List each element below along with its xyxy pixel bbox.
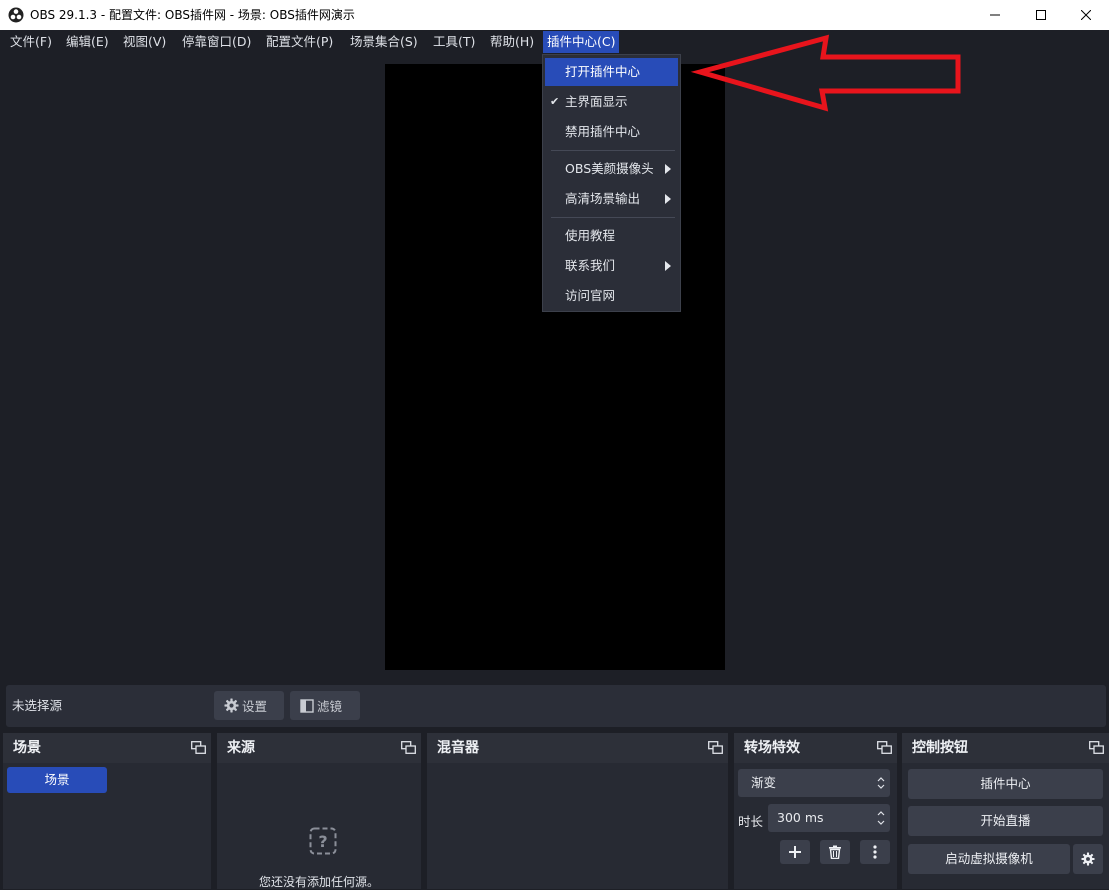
audio-mixer-dock: 混音器 (427, 733, 728, 889)
scene-transitions-dock: 转场特效 渐变 时长 300 ms (734, 733, 897, 889)
remove-transition-button[interactable] (820, 840, 850, 864)
sources-dock-title: 来源 (227, 740, 255, 756)
plus-icon (789, 846, 801, 858)
checkmark-icon: ✔ (550, 95, 560, 108)
menu-tools[interactable]: 工具(T) (429, 31, 479, 53)
gear-icon (224, 698, 239, 713)
mixer-dock-header: 混音器 (427, 733, 728, 763)
start-virtual-camera-button[interactable]: 启动虚拟摄像机 (908, 844, 1070, 874)
no-source-selected-label: 未选择源 (12, 698, 63, 713)
transition-type-value: 渐变 (751, 775, 777, 790)
undock-icon[interactable] (191, 741, 206, 754)
annotation-arrow-icon (690, 34, 961, 112)
dropdown-item-disable-plugin-center[interactable]: 禁用插件中心 (545, 118, 678, 146)
submenu-arrow-icon (665, 194, 671, 204)
chevron-updown-icon (877, 777, 885, 789)
maximize-icon (1036, 10, 1046, 20)
more-vertical-icon (873, 845, 877, 859)
menu-scene-collection[interactable]: 场景集合(S) (346, 31, 422, 53)
submenu-arrow-icon (665, 261, 671, 271)
dropdown-item-show-main-ui[interactable]: ✔ 主界面显示 (545, 88, 678, 116)
sources-dock-header: 来源 (217, 733, 421, 763)
close-button[interactable] (1063, 0, 1109, 30)
scenes-dock-header: 场景 (3, 733, 211, 763)
scene-list-item[interactable]: 场景 (7, 767, 107, 793)
window-title: OBS 29.1.3 - 配置文件: OBS插件网 - 场景: OBS插件网演示 (30, 8, 355, 22)
controls-dock: 控制按钮 插件中心 开始直播 启动虚拟摄像机 (902, 733, 1109, 889)
controls-dock-title: 控制按钮 (912, 740, 968, 756)
dropdown-item-open-plugin-center[interactable]: 打开插件中心 (545, 58, 678, 86)
dropdown-item-contact-us[interactable]: 联系我们 (545, 252, 678, 280)
trash-icon (829, 845, 841, 859)
menu-profile[interactable]: 配置文件(P) (262, 31, 337, 53)
controls-dock-header: 控制按钮 (902, 733, 1109, 763)
menu-docks[interactable]: 停靠窗口(D) (178, 31, 255, 53)
title-bar: OBS 29.1.3 - 配置文件: OBS插件网 - 场景: OBS插件网演示 (0, 0, 1109, 30)
question-icon: ? (309, 827, 337, 855)
duration-label: 时长 (738, 814, 764, 829)
duration-spinbox[interactable]: 300 ms (768, 804, 890, 832)
maximize-button[interactable] (1018, 0, 1064, 30)
undock-icon[interactable] (1089, 741, 1104, 754)
sources-empty-text: 您还没有添加任何源。 (258, 875, 379, 889)
close-icon (1081, 10, 1091, 20)
dropdown-separator (551, 217, 675, 218)
virtual-camera-settings-button[interactable] (1073, 844, 1103, 874)
svg-text:?: ? (318, 832, 327, 851)
menu-view[interactable]: 视图(V) (119, 31, 170, 53)
filter-icon (300, 698, 314, 713)
plugin-center-button[interactable]: 插件中心 (908, 769, 1103, 799)
transitions-dock-title: 转场特效 (744, 740, 800, 756)
gear-icon (1081, 852, 1095, 866)
undock-icon[interactable] (708, 741, 723, 754)
dropdown-item-visit-website[interactable]: 访问官网 (545, 282, 678, 310)
dropdown-separator (551, 150, 675, 151)
menu-file[interactable]: 文件(F) (6, 31, 56, 53)
scenes-dock: 场景 场景 (3, 733, 211, 889)
transition-type-select[interactable]: 渐变 (738, 769, 890, 797)
transitions-dock-header: 转场特效 (734, 733, 897, 763)
source-settings-button[interactable]: 设置 (214, 691, 284, 720)
menu-plugin-center[interactable]: 插件中心(C) (543, 31, 620, 53)
chevron-updown-icon (877, 811, 885, 825)
undock-icon[interactable] (877, 741, 892, 754)
menu-edit[interactable]: 编辑(E) (62, 31, 113, 53)
plugin-center-dropdown: 打开插件中心 ✔ 主界面显示 禁用插件中心 OBS美颜摄像头 高清场景输出 使用… (542, 54, 681, 312)
source-filters-button[interactable]: 滤镜 (290, 691, 360, 720)
undock-icon[interactable] (401, 741, 416, 754)
source-filters-label: 滤镜 (317, 699, 343, 714)
dropdown-item-tutorial[interactable]: 使用教程 (545, 222, 678, 250)
obs-logo-icon (8, 7, 24, 23)
transition-properties-button[interactable] (860, 840, 890, 864)
dropdown-item-beauty-camera[interactable]: OBS美颜摄像头 (545, 155, 678, 183)
menu-help[interactable]: 帮助(H) (486, 31, 538, 53)
sources-dock: 来源 ? 您还没有添加任何源。 (217, 733, 421, 889)
start-streaming-button[interactable]: 开始直播 (908, 806, 1103, 836)
scenes-dock-title: 场景 (13, 740, 41, 756)
duration-value: 300 ms (777, 810, 824, 825)
minimize-button[interactable] (972, 0, 1018, 30)
source-toolbar: 未选择源 设置 滤镜 (6, 685, 1106, 727)
source-settings-label: 设置 (242, 699, 268, 714)
submenu-arrow-icon (665, 164, 671, 174)
minimize-icon (990, 14, 1000, 16)
mixer-dock-title: 混音器 (437, 740, 479, 756)
dropdown-item-hd-scene-output[interactable]: 高清场景输出 (545, 185, 678, 213)
add-transition-button[interactable] (780, 840, 810, 864)
